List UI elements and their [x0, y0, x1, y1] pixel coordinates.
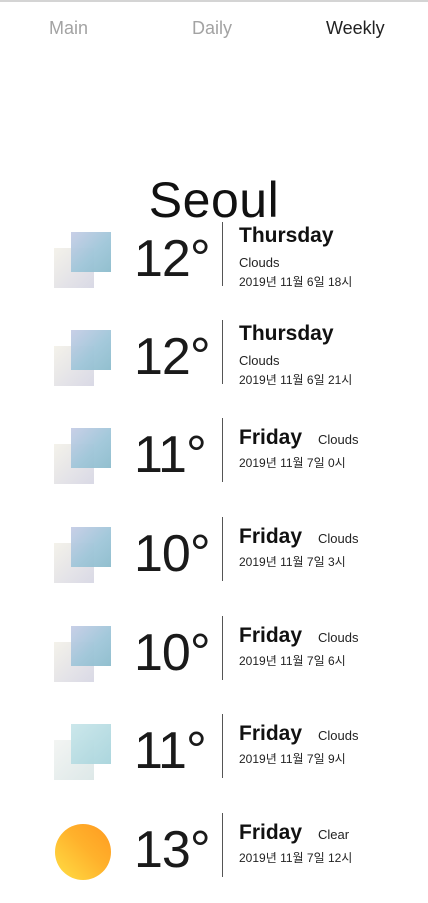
- top-divider: [0, 0, 428, 2]
- weekday: Friday: [239, 821, 303, 844]
- sun-icon: [54, 823, 112, 881]
- forecast-row: 10° Friday Clouds 2019년 11월 7일 6시: [0, 616, 428, 706]
- temperature: 13°: [134, 821, 211, 879]
- weather-description: Clouds: [318, 531, 359, 546]
- weather-description: Clouds: [239, 255, 280, 270]
- temperature: 11°: [134, 722, 207, 780]
- forecast-datetime: 2019년 11월 6일 18시: [239, 275, 353, 289]
- weekday: Friday: [239, 426, 303, 449]
- row-divider: [222, 517, 223, 581]
- forecast-row: 10° Friday Clouds 2019년 11월 7일 3시: [0, 517, 428, 607]
- weather-description: Clouds: [318, 432, 359, 447]
- forecast-datetime: 2019년 11월 7일 9시: [239, 752, 346, 766]
- temperature: 12°: [134, 328, 211, 386]
- tab-main[interactable]: Main: [49, 18, 88, 39]
- weekday: Friday: [239, 525, 303, 548]
- city-name: Seoul: [148, 171, 280, 228]
- clouds-icon: [54, 232, 112, 290]
- clouds-icon: [54, 626, 112, 684]
- temperature: 12°: [134, 230, 211, 288]
- weekday: Friday: [239, 722, 303, 745]
- forecast-row: 11° Friday Clouds 2019년 11월 7일 0시: [0, 418, 428, 508]
- weekday: Thursday: [239, 224, 334, 247]
- forecast-row: 13° Friday Clear 2019년 11월 7일 12시: [0, 813, 428, 903]
- forecast-datetime: 2019년 11월 7일 12시: [239, 851, 353, 865]
- row-divider: [222, 418, 223, 482]
- clouds-icon: [54, 527, 112, 585]
- weather-description: Clouds: [318, 728, 359, 743]
- forecast-datetime: 2019년 11월 7일 0시: [239, 456, 346, 470]
- clouds-icon: [54, 428, 112, 486]
- clouds-icon: [54, 330, 112, 388]
- tab-daily[interactable]: Daily: [192, 18, 232, 39]
- row-divider: [222, 320, 223, 384]
- weather-description: Clouds: [239, 353, 280, 368]
- weekday: Thursday: [239, 322, 334, 345]
- weekday: Friday: [239, 624, 303, 647]
- forecast-row: 12° Thursday Clouds 2019년 11월 6일 18시: [0, 222, 428, 312]
- row-divider: [222, 222, 223, 286]
- tab-weekly[interactable]: Weekly: [326, 18, 385, 39]
- forecast-datetime: 2019년 11월 6일 21시: [239, 373, 353, 387]
- temperature: 11°: [134, 426, 207, 484]
- forecast-datetime: 2019년 11월 7일 3시: [239, 555, 346, 569]
- temperature: 10°: [134, 525, 211, 583]
- tab-bar: Main Daily Weekly: [0, 18, 428, 44]
- row-divider: [222, 714, 223, 778]
- weather-description: Clear: [318, 827, 350, 842]
- row-divider: [222, 813, 223, 877]
- forecast-row: 12° Thursday Clouds 2019년 11월 6일 21시: [0, 320, 428, 410]
- forecast-datetime: 2019년 11월 7일 6시: [239, 654, 346, 668]
- row-divider: [222, 616, 223, 680]
- clouds-icon: [54, 724, 112, 782]
- forecast-row: 11° Friday Clouds 2019년 11월 7일 9시: [0, 714, 428, 804]
- temperature: 10°: [134, 624, 211, 682]
- weather-description: Clouds: [318, 630, 359, 645]
